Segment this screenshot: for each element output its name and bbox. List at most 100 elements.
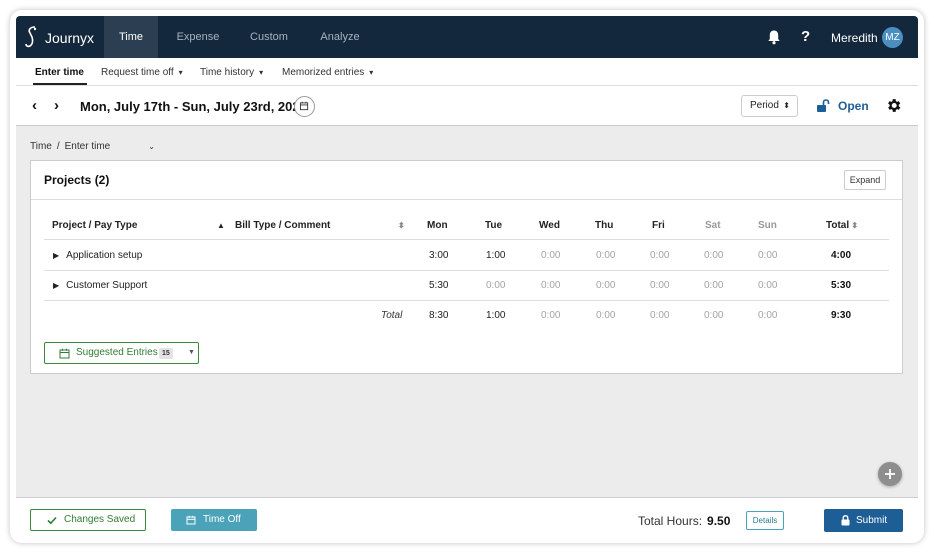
details-button[interactable]: Details — [746, 511, 784, 530]
submit-button[interactable]: Submit — [824, 509, 903, 532]
calendar-icon — [299, 101, 309, 111]
expand-row-icon[interactable]: ▶ — [53, 251, 59, 260]
grand-total: 9:30 — [831, 310, 852, 321]
chevron-down-icon: ▾ — [369, 68, 374, 77]
cell-wed[interactable]: 0:00 — [541, 250, 560, 261]
total-thu: 0:00 — [596, 310, 616, 321]
nav-tab-expense[interactable]: Expense — [168, 16, 228, 58]
subnav-label: Memorized entries — [282, 67, 365, 78]
project-name: Customer Support — [66, 280, 148, 291]
suggested-entries-button[interactable]: Suggested Entries 15 ▼ — [44, 342, 199, 364]
total-hours-value: 9.50 — [707, 514, 731, 528]
total-wed: 0:00 — [541, 310, 561, 321]
footer-bar: Changes Saved Time Off Total Hours: 9.50 … — [16, 497, 918, 537]
calendar-button[interactable] — [294, 96, 315, 117]
cell-fri[interactable]: 0:00 — [650, 280, 669, 291]
cell-thu[interactable]: 0:00 — [596, 280, 615, 291]
active-tab-underline — [33, 83, 87, 85]
subnav-time-history[interactable]: Time history ▾ — [200, 67, 263, 78]
breadcrumb-separator: / — [56, 141, 60, 152]
user-avatar[interactable]: MZ — [882, 27, 903, 48]
submit-label: Submit — [856, 515, 888, 526]
column-header-sat: Sat — [705, 220, 721, 231]
brand-name: Journyx — [45, 30, 95, 46]
table-row-customer-support[interactable]: ▶ Customer Support — [53, 280, 147, 291]
subnav-memorized-entries[interactable]: Memorized entries ▾ — [282, 67, 373, 78]
cell-sat[interactable]: 0:00 — [704, 280, 723, 291]
add-button[interactable] — [878, 462, 902, 486]
project-name: Application setup — [66, 250, 143, 261]
total-tue: 1:00 — [486, 310, 506, 321]
calendar-icon — [59, 348, 70, 359]
table-row-application-setup[interactable]: ▶ Application setup — [53, 250, 142, 261]
total-sat: 0:00 — [704, 310, 724, 321]
row-divider — [44, 239, 889, 240]
breadcrumb-current: Enter time — [64, 141, 111, 152]
app-container: Journyx Time Expense Custom Analyze ? Me… — [16, 16, 918, 537]
total-hours: Total Hours: 9.50 — [638, 514, 730, 528]
row-divider — [44, 270, 889, 271]
help-icon[interactable]: ? — [801, 28, 810, 45]
time-off-label: Time Off — [203, 514, 241, 525]
unlocked-icon[interactable] — [816, 99, 830, 113]
suggested-entries-label: Suggested Entries — [76, 347, 158, 358]
total-sun: 0:00 — [758, 310, 778, 321]
nav-tab-custom[interactable]: Custom — [240, 16, 298, 58]
nav-tab-time[interactable]: Time — [104, 16, 158, 58]
breadcrumb-root[interactable]: Time — [30, 141, 52, 152]
cell-wed[interactable]: 0:00 — [541, 280, 560, 291]
nav-tab-analyze[interactable]: Analyze — [310, 16, 370, 58]
total-hours-label: Total Hours: — [638, 514, 703, 528]
sub-navigation: Enter time Request time off ▾ Time histor… — [16, 58, 918, 86]
suggested-count-badge: 15 — [159, 348, 173, 359]
column-header-tue: Tue — [485, 220, 503, 231]
period-label: Period — [750, 100, 779, 111]
breadcrumb: Time / Enter time ⌄ — [30, 141, 155, 152]
period-select[interactable]: Period ⬍ — [741, 95, 798, 117]
user-name[interactable]: Meredith — [831, 31, 878, 45]
status-open-label[interactable]: Open — [838, 99, 869, 113]
totals-row-label: Total — [381, 310, 403, 321]
cell-fri[interactable]: 0:00 — [650, 250, 669, 261]
sort-arrows-icon: ⬍ — [783, 101, 790, 110]
changes-saved-button[interactable]: Changes Saved — [30, 509, 146, 531]
column-header-fri: Fri — [652, 220, 665, 231]
cell-row-total: 4:00 — [831, 250, 852, 261]
column-header-bill-type[interactable]: Bill Type / Comment — [235, 220, 330, 231]
expand-row-icon[interactable]: ▶ — [53, 281, 59, 290]
cell-thu[interactable]: 0:00 — [596, 250, 615, 261]
cell-sun[interactable]: 0:00 — [758, 250, 777, 261]
window-frame: Journyx Time Expense Custom Analyze ? Me… — [10, 10, 924, 543]
prev-period-button[interactable]: ‹ — [32, 97, 37, 114]
lock-icon — [841, 515, 850, 526]
cell-sun[interactable]: 0:00 — [758, 280, 777, 291]
column-header-total[interactable]: Total ⬍ — [826, 220, 858, 231]
subnav-request-time-off[interactable]: Request time off ▾ — [101, 67, 183, 78]
checkmark-icon — [47, 516, 57, 525]
date-range-title: Mon, July 17th - Sun, July 23rd, 2023 — [80, 99, 307, 114]
column-header-project[interactable]: Project / Pay Type — [52, 220, 137, 231]
subnav-label: Request time off — [101, 67, 174, 78]
expand-button[interactable]: Expand — [844, 170, 886, 190]
projects-card: Projects (2) Expand Project / Pay Type ▲… — [30, 160, 903, 374]
journyx-logo-icon — [25, 26, 37, 48]
next-period-button[interactable]: › — [54, 97, 59, 114]
cell-sat[interactable]: 0:00 — [704, 250, 723, 261]
settings-gear-icon[interactable] — [885, 97, 902, 114]
cell-mon[interactable]: 5:30 — [429, 280, 448, 291]
cell-row-total: 5:30 — [831, 280, 852, 291]
chevron-down-icon[interactable]: ⌄ — [148, 142, 155, 151]
sort-asc-icon[interactable]: ▲ — [217, 220, 225, 231]
subnav-enter-time[interactable]: Enter time — [35, 67, 84, 78]
cell-tue[interactable]: 1:00 — [486, 250, 505, 261]
notifications-bell-icon[interactable] — [766, 29, 782, 45]
divider — [31, 199, 902, 200]
sort-icon[interactable]: ⬍ — [398, 220, 405, 231]
cell-tue[interactable]: 0:00 — [486, 280, 505, 291]
calendar-icon — [186, 515, 196, 525]
cell-mon[interactable]: 3:00 — [429, 250, 448, 261]
changes-saved-label: Changes Saved — [64, 514, 136, 525]
time-off-button[interactable]: Time Off — [171, 509, 257, 531]
caret-down-icon: ▼ — [188, 349, 195, 356]
chevron-down-icon: ▾ — [259, 68, 264, 77]
